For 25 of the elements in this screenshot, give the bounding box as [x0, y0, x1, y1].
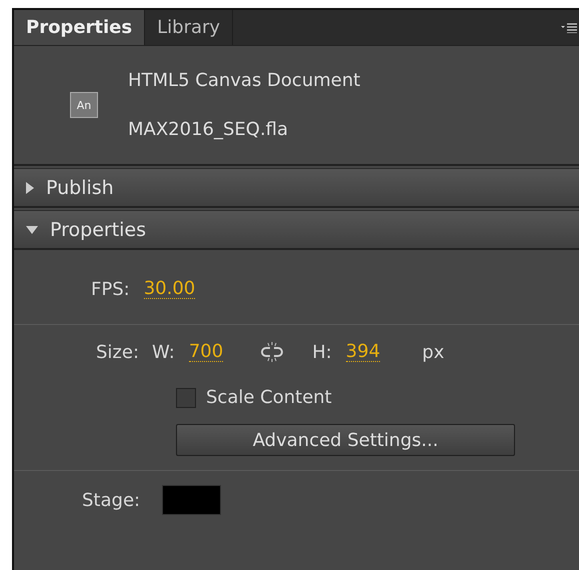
checkbox-label: Scale Content	[206, 387, 332, 408]
tab[interactable]: Properties	[14, 10, 146, 45]
height-label: H:	[312, 342, 332, 362]
fps-label: FPS:	[91, 278, 130, 300]
unlinked-chain-icon[interactable]	[260, 342, 284, 362]
height-value[interactable]: 394	[346, 342, 380, 362]
section-title: Properties	[50, 218, 146, 240]
document-type-icon: An	[70, 92, 98, 118]
document-type: HTML5 Canvas Document	[128, 70, 360, 91]
width-value[interactable]: 700	[188, 342, 224, 362]
section-header[interactable]: Properties	[14, 210, 579, 250]
stage-label: Stage:	[82, 490, 140, 510]
document-filename: MAX2016_SEQ.fla	[128, 119, 290, 140]
advanced-settings-button[interactable]: Advanced Settings...	[176, 424, 515, 456]
unit-label: px	[422, 342, 444, 362]
checkbox[interactable]	[176, 388, 196, 408]
width-label: W:	[152, 342, 175, 362]
disclosure-triangle-icon	[26, 226, 38, 234]
tab[interactable]: Library	[145, 10, 234, 45]
stage-color-swatch[interactable]	[162, 485, 222, 515]
size-label: Size:	[96, 342, 140, 362]
section-header[interactable]: Publish	[14, 168, 579, 208]
fps-value[interactable]: 30.00	[144, 278, 196, 300]
disclosure-triangle-icon	[26, 182, 34, 194]
section-title: Publish	[46, 176, 114, 198]
